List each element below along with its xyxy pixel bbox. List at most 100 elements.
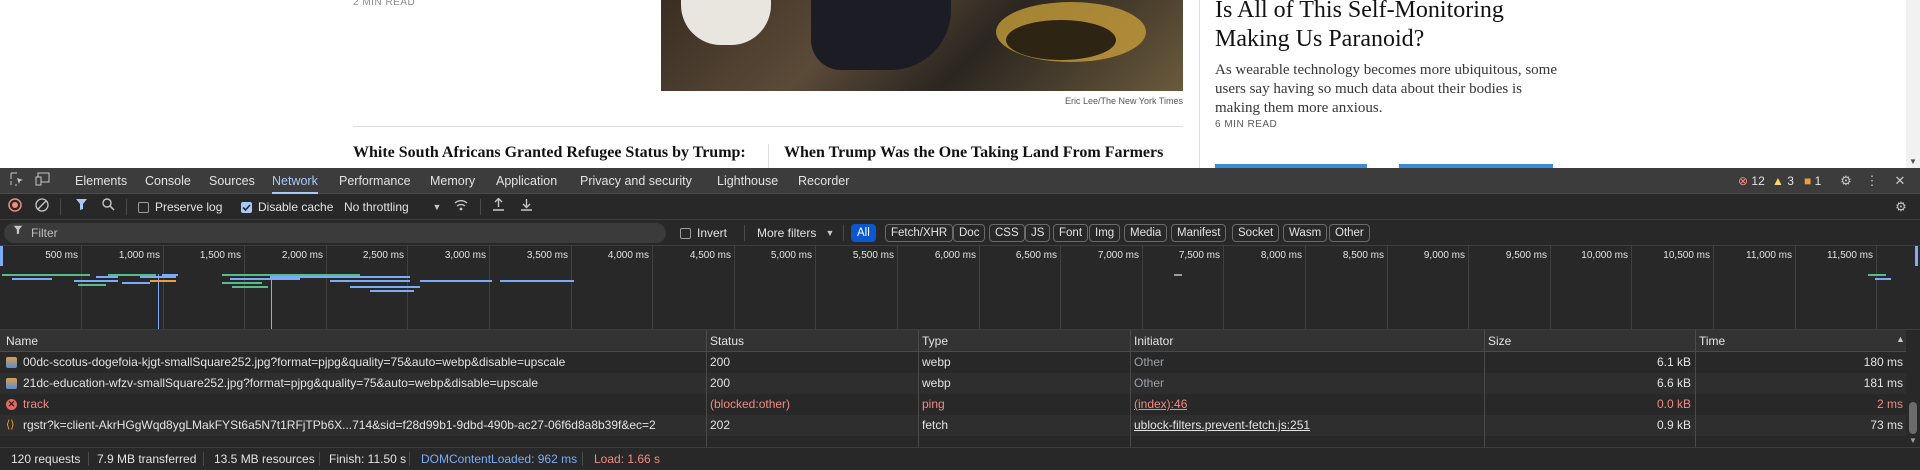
warnings-badge[interactable]: ▲ 3	[1772, 174, 1794, 188]
filter-chip-img[interactable]: Img	[1089, 224, 1121, 242]
scroll-thumb[interactable]	[1909, 402, 1917, 434]
table-row[interactable]: 21dc-education-wfzv-smallSquare252.jpg?f…	[0, 373, 1906, 394]
column-header-size[interactable]: Size	[1488, 334, 1511, 348]
load-time: Load: 1.66 s	[594, 452, 661, 466]
filter-chip-manifest[interactable]: Manifest	[1171, 224, 1227, 242]
initiator-link[interactable]: ublock-filters.prevent-fetch.js:251	[1134, 415, 1310, 436]
filter-chip-fetch-xhr[interactable]: Fetch/XHR	[885, 224, 954, 242]
timeline-tick-label: 4,500 ms	[689, 250, 731, 261]
network-conditions-icon[interactable]	[452, 198, 470, 216]
column-header-name[interactable]: Name	[6, 334, 38, 348]
column-header-status[interactable]: Status	[710, 334, 744, 348]
error-circle-icon: ✕	[6, 399, 17, 410]
top-read-time: 2 MIN READ	[353, 0, 416, 8]
filter-chip-doc[interactable]: Doc	[953, 224, 986, 242]
overview-right-handle[interactable]	[1915, 246, 1918, 266]
tab-network[interactable]: Network	[272, 168, 318, 194]
filter-funnel-icon[interactable]	[72, 198, 90, 216]
disable-cache-label[interactable]: Disable cache	[258, 200, 333, 214]
timeline-tick-label: 6,500 ms	[1015, 250, 1057, 261]
search-icon[interactable]	[99, 198, 117, 216]
export-har-icon[interactable]	[517, 198, 535, 216]
filter-chip-socket[interactable]: Socket	[1232, 224, 1280, 242]
overview-left-handle[interactable]	[0, 246, 3, 266]
disable-cache-checkbox[interactable]	[241, 202, 252, 213]
network-overview-timeline[interactable]: 500 ms 1,000 ms 1,500 ms 2,000 ms 2,500 ms 3,…	[0, 246, 1920, 330]
waterfall-bar	[162, 274, 178, 276]
tab-application[interactable]: Application	[496, 168, 557, 194]
timeline-tick-label: 2,000 ms	[281, 250, 323, 261]
more-filters-dropdown[interactable]: More filters	[757, 226, 816, 240]
filter-chip-media[interactable]: Media	[1124, 224, 1168, 242]
page-scrollbar[interactable]: ▼	[1906, 0, 1920, 168]
tab-performance[interactable]: Performance	[339, 168, 411, 194]
scroll-down-arrow-icon[interactable]: ▼	[1909, 157, 1917, 166]
tab-elements[interactable]: Elements	[75, 168, 127, 194]
throttling-select[interactable]: No throttling	[344, 200, 409, 214]
headline-link-trump-land[interactable]: When Trump Was the One Taking Land From …	[784, 144, 1163, 162]
filter-input[interactable]: Filter	[4, 223, 666, 243]
filter-chip-wasm[interactable]: Wasm	[1283, 224, 1328, 242]
tab-recorder[interactable]: Recorder	[798, 168, 849, 194]
waterfall-bar	[370, 290, 414, 292]
column-header-initiator[interactable]: Initiator	[1134, 334, 1173, 348]
column-header-type[interactable]: Type	[922, 334, 948, 348]
settings-gear-icon[interactable]: ⚙	[1837, 172, 1855, 190]
record-stop-icon[interactable]	[6, 198, 24, 216]
waterfall-bar	[150, 280, 176, 282]
filter-chip-css[interactable]: CSS	[989, 224, 1025, 242]
waterfall-bar	[350, 286, 420, 288]
clear-log-icon[interactable]	[33, 198, 51, 216]
article-summary: As wearable technology becomes more ubiq…	[1215, 62, 1557, 116]
preserve-log-label[interactable]: Preserve log	[155, 200, 222, 214]
image-file-icon	[6, 378, 17, 389]
divider	[353, 126, 1183, 127]
tab-console[interactable]: Console	[145, 168, 191, 194]
column-header-time[interactable]: Time	[1699, 334, 1725, 348]
timeline-gridline	[1387, 246, 1388, 329]
filter-chip-other[interactable]: Other	[1329, 224, 1370, 242]
article-title-link[interactable]: Is All of This Self-Monitoring Making Us…	[1215, 0, 1575, 54]
timeline-gridline	[979, 246, 980, 329]
preserve-log-checkbox[interactable]	[138, 202, 149, 213]
scroll-down-arrow-icon[interactable]: ▼	[1909, 436, 1917, 445]
tab-privacy-security[interactable]: Privacy and security	[580, 168, 692, 194]
sort-arrow-icon[interactable]: ▲	[1896, 334, 1905, 344]
filter-chip-font[interactable]: Font	[1053, 224, 1089, 242]
waterfall-bar	[230, 278, 300, 280]
table-row[interactable]: ⟨⟩ rgstr?k=client-AkrHGgWqd8ygLMakFYSt6a…	[0, 415, 1906, 436]
timeline-gridline	[1795, 246, 1796, 329]
network-toolbar: Preserve log Disable cache No throttling…	[0, 194, 1920, 220]
table-scrollbar[interactable]: ▼	[1906, 330, 1920, 447]
headline-link-refugee[interactable]: White South Africans Granted Refugee Sta…	[353, 144, 746, 162]
waterfall-bar	[300, 274, 360, 276]
initiator-link[interactable]: (index):46	[1134, 394, 1187, 415]
timeline-gridline	[1876, 246, 1877, 329]
close-devtools-icon[interactable]: ✕	[1891, 172, 1909, 190]
filter-funnel-icon	[13, 225, 23, 238]
filter-chip-js[interactable]: JS	[1025, 224, 1051, 242]
invert-checkbox[interactable]	[680, 228, 691, 239]
invert-label[interactable]: Invert	[697, 226, 727, 240]
article-photo[interactable]	[661, 0, 1183, 91]
filter-chip-all[interactable]: All	[851, 224, 876, 242]
issues-badge[interactable]: ■ 1	[1804, 174, 1821, 188]
table-row[interactable]: ✕ track (blocked:other) ping (index):46 …	[0, 394, 1906, 415]
timeline-tick-label: 5,000 ms	[770, 250, 812, 261]
errors-badge[interactable]: ⊗ 12	[1738, 174, 1765, 188]
more-options-icon[interactable]: ⋮	[1863, 172, 1881, 190]
throttling-dropdown-icon[interactable]: ▼	[428, 198, 446, 216]
network-settings-gear-icon[interactable]: ⚙	[1892, 198, 1910, 216]
waterfall-bar	[500, 280, 574, 282]
table-row[interactable]: 00dc-scotus-dogefoia-kjgt-smallSquare252…	[0, 352, 1906, 373]
tab-memory[interactable]: Memory	[430, 168, 475, 194]
device-toolbar-icon[interactable]	[34, 172, 52, 190]
tab-lighthouse[interactable]: Lighthouse	[717, 168, 778, 194]
timeline-tick-label: 2,500 ms	[362, 250, 404, 261]
dom-content-loaded-time: DOMContentLoaded: 962 ms	[421, 452, 578, 466]
more-filters-chevron-icon[interactable]: ▼	[821, 224, 839, 242]
import-har-icon[interactable]	[489, 197, 507, 216]
inspect-element-icon[interactable]	[8, 172, 26, 190]
tab-sources[interactable]: Sources	[209, 168, 255, 194]
timeline-tick-label: 7,500 ms	[1178, 250, 1220, 261]
